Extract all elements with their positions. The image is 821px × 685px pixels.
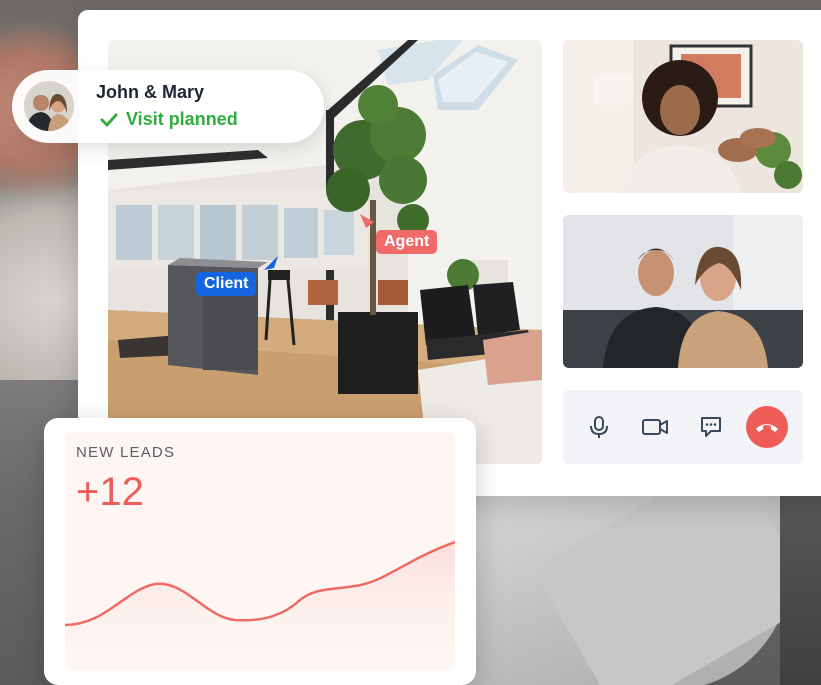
agent-marker[interactable]: Agent <box>376 230 438 254</box>
avatar <box>24 81 74 131</box>
client-pointer-icon <box>264 256 278 270</box>
visit-status: Visit planned <box>100 109 238 130</box>
video-camera-icon <box>642 419 668 435</box>
end-call-button[interactable] <box>746 406 788 448</box>
visit-status-label: Visit planned <box>126 109 238 129</box>
client-marker[interactable]: Client <box>196 272 257 296</box>
new-leads-card[interactable]: NEW LEADS +12 <box>44 418 476 685</box>
camera-button[interactable] <box>634 406 676 448</box>
leads-trend-line <box>65 540 455 670</box>
leads-label: NEW LEADS <box>76 444 176 461</box>
leads-count: +12 <box>76 470 144 514</box>
hang-up-icon <box>756 424 778 432</box>
video-tile-agent[interactable] <box>563 40 803 193</box>
video-tile-clients[interactable] <box>563 215 803 368</box>
microphone-icon <box>590 416 608 438</box>
visit-badge[interactable]: John & Mary Visit planned <box>12 70 324 143</box>
agent-pointer-icon <box>360 214 374 228</box>
check-icon <box>100 113 118 126</box>
chat-button[interactable] <box>690 406 732 448</box>
client-names: John & Mary <box>96 82 205 102</box>
call-controls <box>563 390 803 464</box>
chat-icon <box>701 417 721 437</box>
microphone-button[interactable] <box>578 406 620 448</box>
